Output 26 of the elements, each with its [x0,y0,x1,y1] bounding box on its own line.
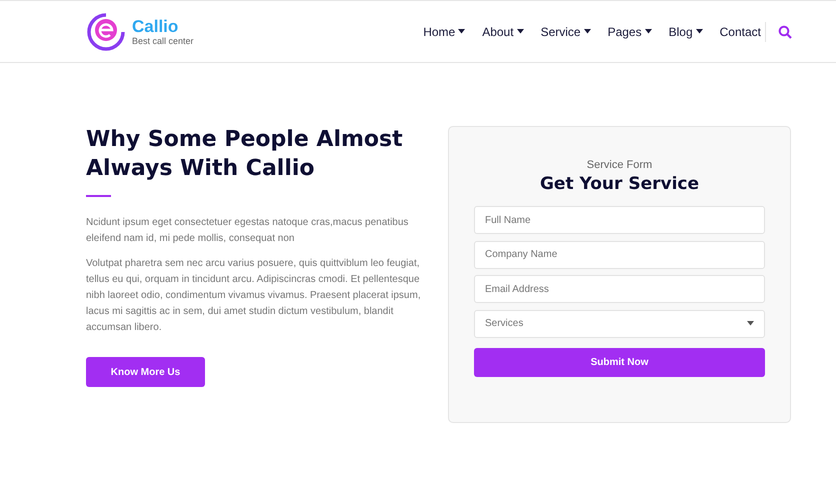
nav-link[interactable]: Contact [720,24,761,38]
nav-link[interactable]: Pages [608,24,652,38]
submit-button[interactable]: Submit Now [474,348,765,377]
nav-link[interactable]: Blog [668,24,703,38]
caret-icon [696,29,703,34]
select-field[interactable]: Services [474,310,765,338]
know-more-button[interactable]: Know More Us [86,357,205,387]
section-heading: Why Some People Almost Always With Callio [86,126,404,183]
caret-icon [584,29,591,34]
caret-icon [458,29,466,34]
nav-link[interactable]: Service [540,24,591,38]
caret-icon [516,29,524,34]
brand-tagline: Best call center [132,36,194,46]
body-text: Ncidunt ipsum eget consectetuer egestas natoque cras,macus penatibus eleifend nam id, mi pede mollis, consequat non [86,216,410,246]
nav-link[interactable]: Home [423,24,466,38]
caret-icon [747,321,754,326]
logo-icon [86,12,126,52]
body-text: Volutpat pharetra sem nec arcu varius posuere, quis quittviblum leo feugiat, tellus eu qui, orquam in tincidunt arcu. Adipiscincras cmodi. Et pellentesque nibh laoreet odio, condimentum vivamus vivamus. Praesent placerat ipsum, lacus mi sagittis ac in sem, dui amet studin dictum vestibulum, blandit accumsan libero. [86,257,422,335]
caret-icon [644,29,652,34]
form-subtitle: Service Form [586,159,652,171]
input-field[interactable]: Full Name [474,206,765,234]
form-title: Get Your Service [540,174,700,194]
input-field[interactable]: Email Address [474,275,765,303]
input-field[interactable]: Company Name [474,240,765,268]
search-icon[interactable] [778,24,792,38]
nav-link[interactable]: About [482,24,524,38]
